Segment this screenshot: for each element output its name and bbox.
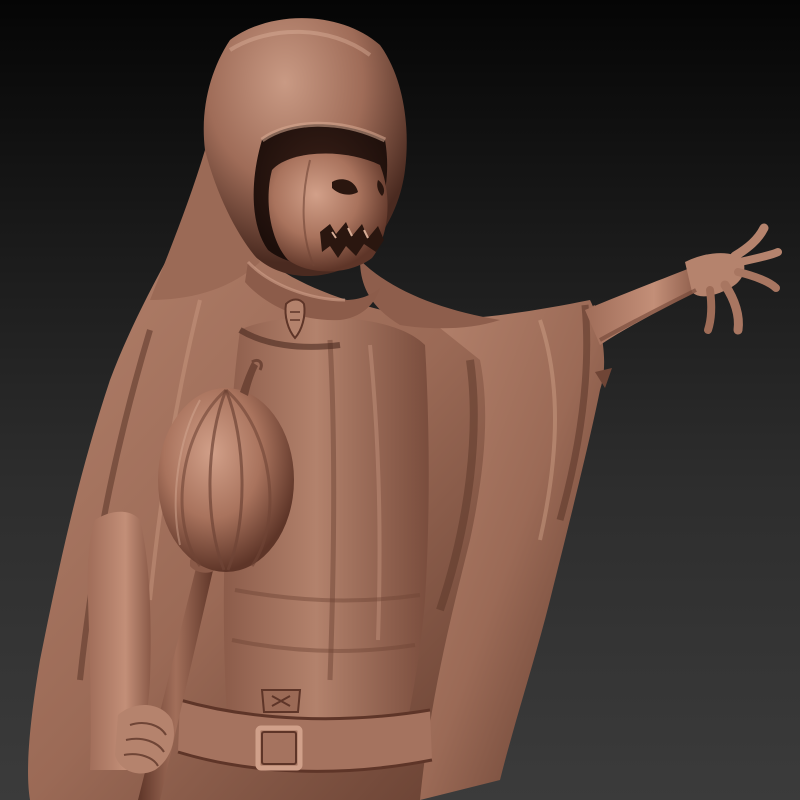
pumpkin-head [268,153,388,272]
right-arm [585,223,782,345]
sculpt-viewport [0,0,800,800]
sculpt-render [28,18,782,800]
